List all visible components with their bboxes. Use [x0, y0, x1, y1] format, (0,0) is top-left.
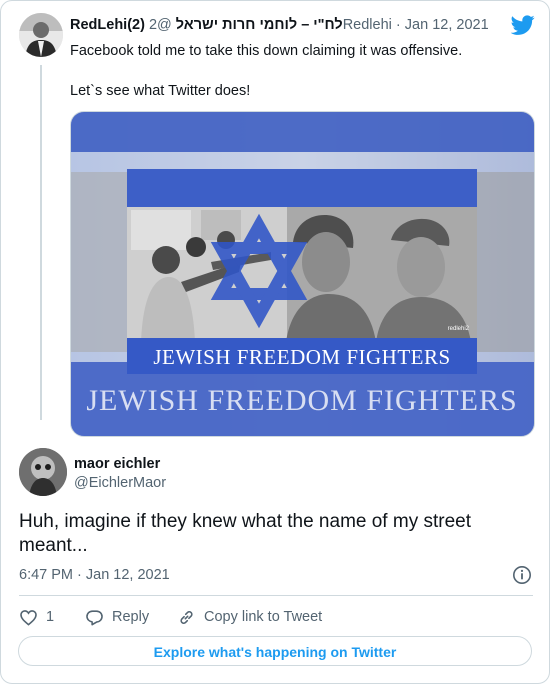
quoted-text-line-2: Let`s see what Twitter does!	[70, 83, 251, 99]
actions-divider	[19, 595, 533, 596]
quoted-tweet-header: RedLehi(2) לח"י – לוחמי חרות ישראל @2Red…	[70, 17, 510, 33]
quoted-tweet-text: Facebook told me to take this down claim…	[70, 41, 520, 101]
like-count: 1	[46, 609, 55, 625]
inner-photo: redlehi2 JEWISH FREEDOM FIGHTERS	[127, 169, 477, 374]
media-watermark: redlehi2	[448, 326, 470, 332]
quoted-author-avatar[interactable]	[19, 13, 63, 57]
explore-twitter-button[interactable]: Explore what's happening on Twitter	[18, 636, 532, 666]
thread-connector-line	[40, 65, 42, 420]
twitter-bird-icon[interactable]	[510, 13, 535, 37]
media-caption-outer: JEWISH FREEDOM FIGHTERS	[86, 384, 517, 417]
author-name[interactable]: maor eichler	[74, 456, 160, 472]
link-icon	[180, 610, 193, 624]
author-handle[interactable]: @EichlerMaor	[74, 475, 166, 491]
info-icon[interactable]	[512, 565, 532, 585]
quoted-date[interactable]: Jan 12, 2021	[405, 17, 489, 33]
quoted-dot-separator: ·	[395, 17, 401, 33]
quoted-text-line-1: Facebook told me to take this down claim…	[70, 43, 463, 59]
quoted-author-name[interactable]: RedLehi(2) לח"י – לוחמי חרות ישראל	[70, 17, 343, 33]
like-button[interactable]: 1	[19, 605, 54, 629]
tweet-embed-card: RedLehi(2) לח"י – לוחמי חרות ישראל @2Red…	[0, 0, 550, 684]
quoted-tweet-media[interactable]: redlehi2 JEWISH FREEDOM FIGHTERS JEWISH …	[70, 111, 535, 437]
copy-link-button[interactable]: Copy link to Tweet	[177, 605, 322, 629]
media-caption-inner: JEWISH FREEDOM FIGHTERS	[153, 345, 450, 369]
copy-link-label: Copy link to Tweet	[204, 609, 323, 625]
reply-button[interactable]: Reply	[85, 605, 149, 629]
heart-icon	[20, 609, 37, 626]
reply-icon	[86, 609, 103, 625]
reply-label: Reply	[112, 609, 150, 625]
author-avatar[interactable]	[19, 448, 67, 496]
tweet-text: Huh, imagine if they knew what the name …	[19, 511, 471, 556]
tweet-timestamp[interactable]: 6:47 PM · Jan 12, 2021	[19, 567, 170, 583]
